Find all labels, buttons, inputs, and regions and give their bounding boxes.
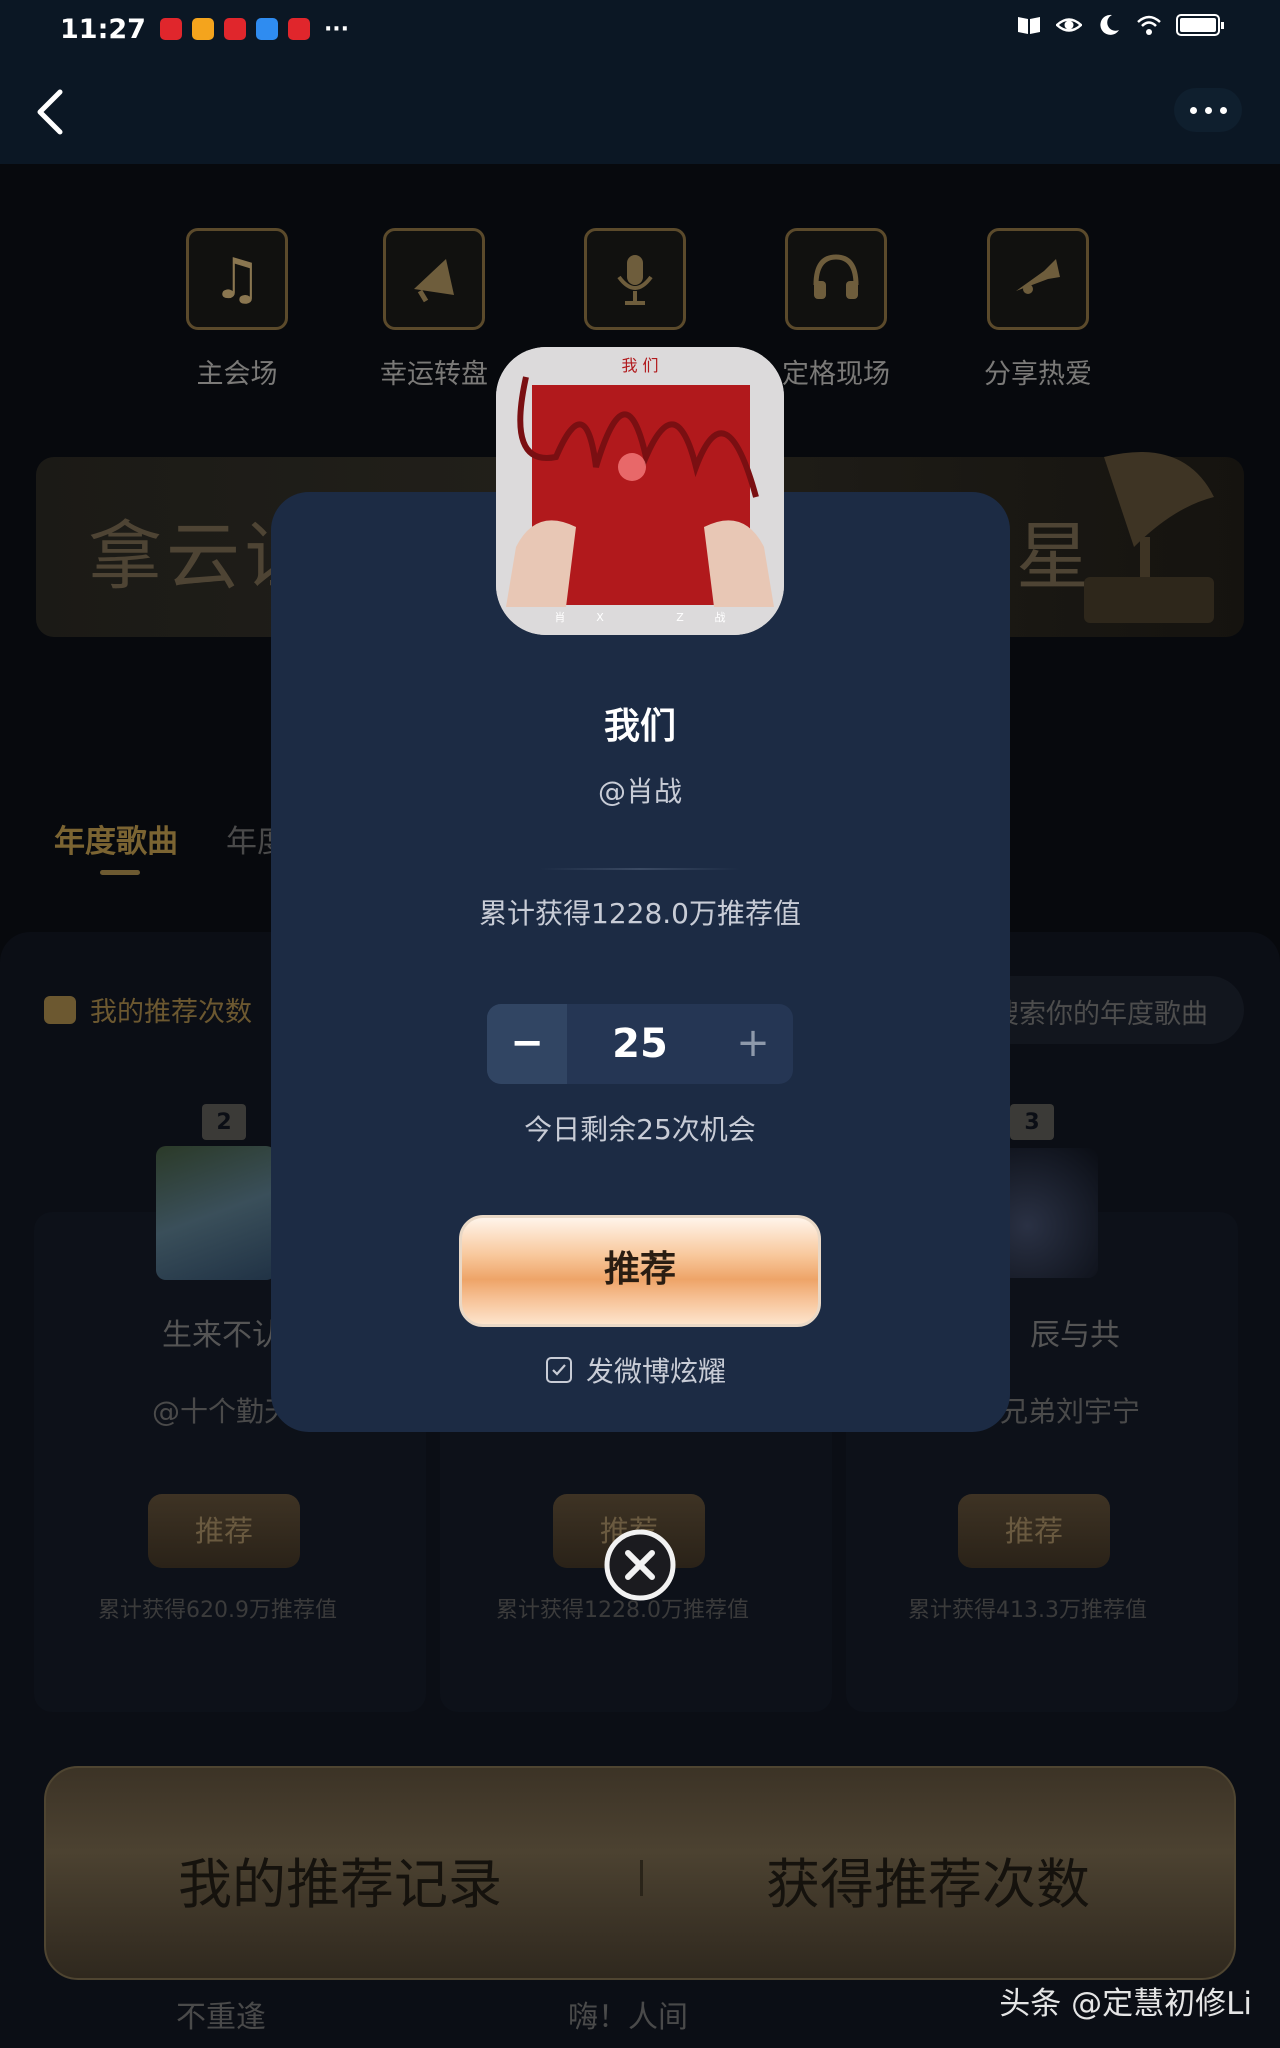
megaphone-icon bbox=[383, 228, 485, 330]
album-cover: 我 们 肖 X Z 战 bbox=[496, 347, 784, 635]
song-title-peek-middle: 嗨！人间 bbox=[568, 2000, 688, 2035]
nav-item-microphone[interactable] bbox=[555, 228, 715, 352]
headphones-icon bbox=[785, 228, 887, 330]
bottom-action-bar: 我的推荐记录 获得推荐次数 bbox=[44, 1766, 1236, 1980]
video-app-icon bbox=[255, 18, 278, 40]
more-dot bbox=[1204, 106, 1212, 114]
my-recommend-count-label: 我的推荐次数 bbox=[90, 997, 252, 1028]
quantity-stepper: − 25 + bbox=[487, 1004, 793, 1084]
top-bar bbox=[0, 58, 1280, 164]
search-placeholder: 搜索你的年度歌曲 bbox=[992, 999, 1208, 1030]
album-cover-art: 我 们 肖 X Z 战 bbox=[496, 347, 784, 635]
artist-name: @肖战 bbox=[597, 775, 682, 808]
more-dot bbox=[1219, 106, 1227, 114]
song-title-2: 生来不认 bbox=[162, 1318, 282, 1353]
nav-label: 分享热爱 bbox=[984, 359, 1092, 390]
notification-app-icon bbox=[159, 18, 182, 40]
reading-mode-icon bbox=[1018, 17, 1040, 34]
total-value-2: 累计获得620.9万推荐值 bbox=[98, 1598, 337, 1623]
cover-letter: 战 bbox=[715, 611, 726, 624]
cover-letter: Z bbox=[676, 611, 684, 624]
weibo-share-label: 发微博炫耀 bbox=[586, 1355, 727, 1388]
gift-icon bbox=[44, 995, 76, 1024]
battery-icon bbox=[1176, 14, 1224, 36]
song-title-3: 辰与共 bbox=[1030, 1318, 1120, 1353]
my-recommend-records-button[interactable]: 我的推荐记录 bbox=[178, 1840, 502, 1919]
recommend-button-3[interactable]: 推荐 bbox=[958, 1494, 1110, 1568]
bottom-bar-divider bbox=[640, 1860, 643, 1896]
toutiao-app-icon bbox=[223, 18, 246, 40]
increment-button[interactable]: + bbox=[713, 1004, 793, 1084]
weibo-app-icon bbox=[191, 18, 214, 40]
close-icon[interactable] bbox=[603, 1528, 677, 1602]
decrement-button[interactable]: − bbox=[487, 1004, 567, 1084]
checkbox-checked-icon[interactable] bbox=[546, 1357, 572, 1383]
my-recommend-count[interactable]: 我的推荐次数 bbox=[44, 990, 252, 1029]
cover-letter: 肖 bbox=[555, 610, 566, 624]
status-more-dots: ··· bbox=[323, 16, 350, 42]
total-recommend-value: 累计获得1228.0万推荐值 bbox=[479, 897, 801, 930]
nav-item-lucky-wheel[interactable]: 幸运转盘 bbox=[354, 228, 514, 391]
recommend-button-2[interactable]: 推荐 bbox=[148, 1494, 300, 1568]
nav-item-share-love[interactable]: 分享热爱 bbox=[958, 228, 1118, 391]
weibo-share-toggle[interactable]: 发微博炫耀 bbox=[546, 1350, 726, 1390]
moon-icon bbox=[1100, 14, 1119, 35]
back-button[interactable] bbox=[28, 86, 76, 138]
recommend-button[interactable]: 推荐 bbox=[459, 1215, 821, 1327]
total-value-3: 累计获得413.3万推荐值 bbox=[908, 1598, 1147, 1623]
status-bar: 11:27 ··· bbox=[0, 0, 1280, 58]
wifi-icon bbox=[1137, 15, 1161, 35]
trumpet-icon bbox=[987, 228, 1089, 330]
divider bbox=[540, 868, 740, 870]
gramophone-icon bbox=[1084, 452, 1214, 623]
nav-item-main-venue[interactable]: ♫ 主会场 bbox=[157, 228, 317, 391]
quantity-value[interactable]: 25 bbox=[567, 1004, 713, 1084]
cover-letter: X bbox=[596, 611, 604, 624]
album-cover-2 bbox=[156, 1146, 276, 1280]
status-time: 11:27 bbox=[60, 13, 146, 45]
nav-label: 主会场 bbox=[196, 359, 278, 390]
xiaohongshu-app-icon bbox=[287, 18, 310, 40]
eye-icon bbox=[1056, 18, 1082, 32]
get-recommend-count-button[interactable]: 获得推荐次数 bbox=[766, 1840, 1090, 1919]
more-dot bbox=[1189, 106, 1197, 114]
remaining-chances: 今日剩余25次机会 bbox=[524, 1113, 756, 1146]
song-title: 我们 bbox=[603, 706, 676, 747]
watermark: 头条 @定慧初修Li bbox=[999, 1986, 1252, 2022]
tab-annual-songs[interactable]: 年度歌曲 bbox=[54, 816, 178, 861]
tab-active-indicator bbox=[100, 870, 140, 875]
artist-3: 兄弟刘宇宁 bbox=[1000, 1395, 1141, 1428]
nav-label: 幸运转盘 bbox=[380, 359, 488, 390]
microphone-icon bbox=[584, 228, 686, 330]
nav-item-freeze-frame[interactable]: 定格现场 bbox=[756, 228, 916, 391]
more-button[interactable] bbox=[1174, 88, 1242, 132]
music-note-icon: ♫ bbox=[186, 228, 288, 330]
cover-title: 我 们 bbox=[621, 356, 658, 375]
song-title-peek-left: 不重逢 bbox=[176, 2000, 266, 2035]
